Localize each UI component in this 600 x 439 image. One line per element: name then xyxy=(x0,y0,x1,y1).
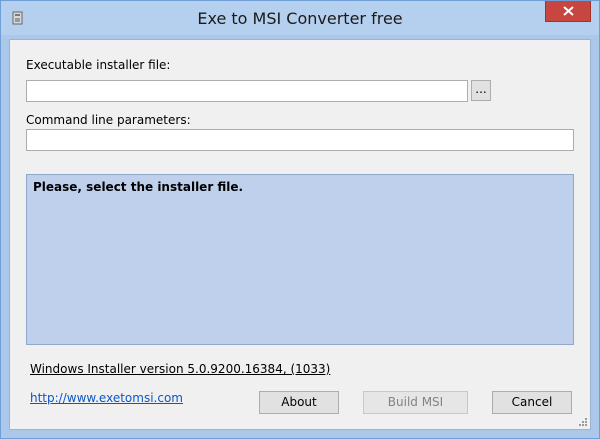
exe-label: Executable installer file: xyxy=(26,58,171,72)
exe-file-input[interactable] xyxy=(26,80,468,102)
app-window: Exe to MSI Converter free Executable ins… xyxy=(0,0,600,439)
close-icon xyxy=(563,6,574,16)
about-button[interactable]: About xyxy=(259,391,339,414)
client-area: Executable installer file: ... Command l… xyxy=(9,39,591,430)
close-button[interactable] xyxy=(545,1,591,22)
installer-version-text: Windows Installer version 5.0.9200.16384… xyxy=(30,362,331,376)
cancel-button[interactable]: Cancel xyxy=(492,391,572,414)
status-panel: Please, select the installer file. xyxy=(26,174,574,345)
params-label: Command line parameters: xyxy=(26,113,191,127)
status-message: Please, select the installer file. xyxy=(33,180,244,194)
params-input[interactable] xyxy=(26,129,574,151)
website-link[interactable]: http://www.exetomsi.com xyxy=(30,391,183,405)
browse-button[interactable]: ... xyxy=(471,80,491,101)
window-title: Exe to MSI Converter free xyxy=(197,9,403,28)
build-msi-button[interactable]: Build MSI xyxy=(363,391,468,414)
title-bar[interactable]: Exe to MSI Converter free xyxy=(1,1,599,35)
resize-grip-icon[interactable] xyxy=(578,417,588,427)
